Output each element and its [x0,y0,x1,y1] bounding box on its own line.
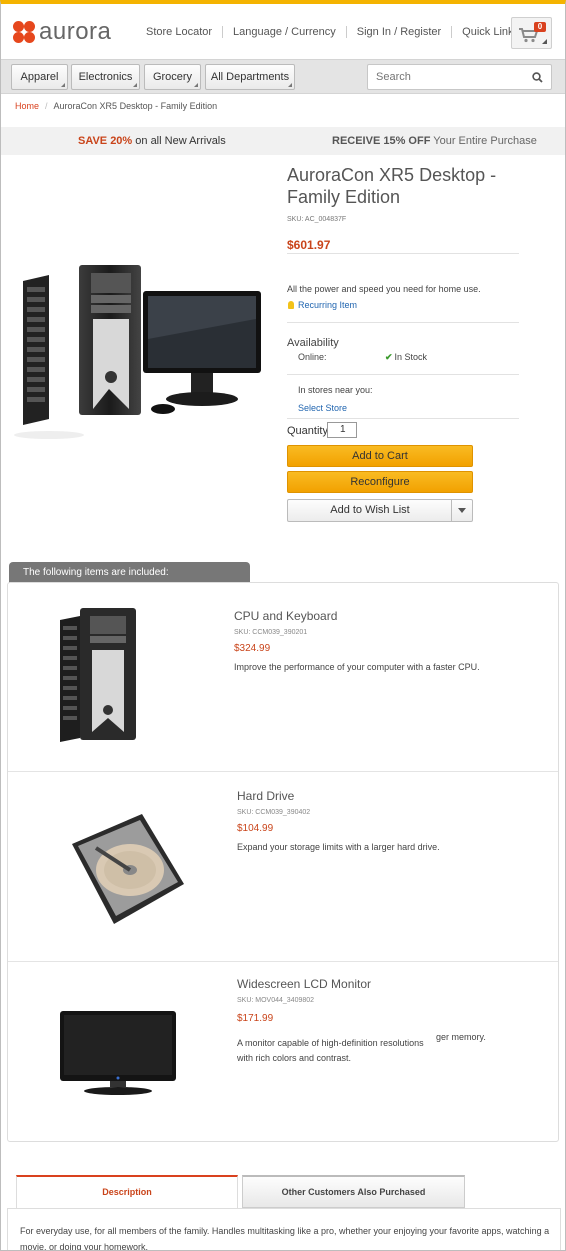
divider [287,253,519,254]
search-box [367,64,552,90]
quantity-label: Quantity [287,425,328,437]
description-text: For everyday use, for all members of the… [20,1226,550,1251]
site-header: aurora Store Locator Language / Currency… [1,4,565,59]
divider [287,322,519,323]
cart-dropdown-icon [542,39,547,44]
search-input[interactable] [376,71,526,83]
product-image [14,265,261,439]
dept-grocery[interactable]: Grocery [144,64,201,90]
item-description-fragment: ger memory. [436,1032,486,1042]
item-price: $324.99 [234,643,271,654]
promo-text: on all New Arrivals [132,135,226,147]
dept-apparel[interactable]: Apparel [11,64,68,90]
stores-label: In stores near you: [298,385,373,395]
logo[interactable]: aurora [13,18,112,45]
product-sku: SKU: AC_004837F [287,216,347,223]
product-tagline: All the power and speed you need for hom… [287,284,481,294]
lcd-monitor-image [60,1011,176,1095]
tab-description[interactable]: Description [16,1175,238,1209]
item-name[interactable]: Widescreen LCD Monitor [237,977,371,991]
cart-count-badge: 0 [534,22,546,32]
wishlist-label: Add to Wish List [330,504,410,516]
dept-label: All Departments [210,71,290,83]
item-description: Improve the performance of your computer… [234,662,480,672]
checkmark-icon: ✔ [385,352,393,362]
breadcrumb-separator: / [45,101,48,111]
reconfigure-button[interactable]: Reconfigure [287,471,473,493]
corner-caret-icon [194,83,198,87]
quantity-input[interactable]: 1 [327,422,357,438]
stock-status-text: In Stock [394,352,428,362]
breadcrumb: Home / AuroraCon XR5 Desktop - Family Edit… [15,101,217,111]
add-to-wishlist-button[interactable]: Add to Wish List [287,499,473,522]
dept-electronics[interactable]: Electronics [71,64,140,90]
cart-button[interactable]: 0 [511,17,552,49]
item-price: $171.99 [237,1013,274,1024]
promo-banner: SAVE 20% on all New Arrivals RECEIVE 15%… [1,127,565,155]
item-name[interactable]: Hard Drive [237,789,294,803]
chevron-down-icon [458,508,466,513]
product-title: AuroraCon XR5 Desktop - Family Edition [287,165,497,207]
dept-all[interactable]: All Departments [205,64,295,90]
divider [287,418,519,419]
item-description: Expand your storage limits with a larger… [237,842,440,852]
corner-caret-icon [133,83,137,87]
select-store-link[interactable]: Select Store [298,403,347,413]
availability-heading: Availability [287,337,339,349]
dept-label: Grocery [152,71,193,83]
breadcrumb-home[interactable]: Home [15,101,39,111]
breadcrumb-current: AuroraCon XR5 Desktop - Family Edition [53,101,218,111]
promo-new-arrivals[interactable]: SAVE 20% on all New Arrivals [78,127,226,155]
item-sku: SKU: CCM039_390402 [237,809,311,816]
recurring-item-link[interactable]: Recurring Item [288,300,357,310]
promo-entire-purchase[interactable]: RECEIVE 15% OFF Your Entire Purchase [332,127,537,155]
store-locator-link[interactable]: Store Locator [136,26,224,38]
included-item: Hard Drive SKU: CCM039_390402 $104.99 Ex… [8,772,558,962]
logo-text: aurora [39,18,112,45]
language-currency-link[interactable]: Language / Currency [223,26,347,38]
item-sku: SKU: MOV044_3409802 [237,997,315,1004]
online-label: Online: [298,352,327,362]
corner-caret-icon [61,83,65,87]
divider [287,374,519,375]
included-items-header: The following items are included: [9,562,250,583]
included-item: CPU and Keyboard SKU: CCM039_390201 $324… [8,592,558,772]
search-icon[interactable] [532,72,543,83]
item-description: A monitor capable of high-definition res… [237,1038,424,1063]
item-name[interactable]: CPU and Keyboard [234,609,337,623]
add-to-cart-button[interactable]: Add to Cart [287,445,473,467]
recurring-label: Recurring Item [298,300,358,310]
page-frame: aurora Store Locator Language / Currency… [0,0,566,1251]
item-price: $104.99 [237,823,274,834]
included-item: Widescreen LCD Monitor SKU: MOV044_34098… [8,962,558,1142]
promo-text: Your Entire Purchase [430,135,537,147]
logo-icon [13,21,35,43]
corner-caret-icon [288,83,292,87]
product-price: $601.97 [287,238,331,252]
dept-label: Electronics [78,71,133,83]
dept-label: Apparel [20,71,59,83]
promo-bold: RECEIVE 15% OFF [332,135,431,147]
hard-drive-image [72,814,184,924]
lightbulb-icon [288,301,294,309]
stock-status: ✔ In Stock [385,352,427,363]
top-nav: Store Locator Language / Currency Sign I… [136,26,537,38]
item-sku: SKU: CCM039_390201 [234,629,308,636]
cpu-keyboard-image [60,608,136,742]
sign-in-link[interactable]: Sign In / Register [347,26,453,38]
department-bar: Apparel Electronics Grocery All Departme… [1,59,565,94]
promo-bold: SAVE 20% [78,135,133,147]
tab-also-purchased[interactable]: Other Customers Also Purchased [242,1175,465,1208]
wishlist-dropdown[interactable] [451,500,472,521]
